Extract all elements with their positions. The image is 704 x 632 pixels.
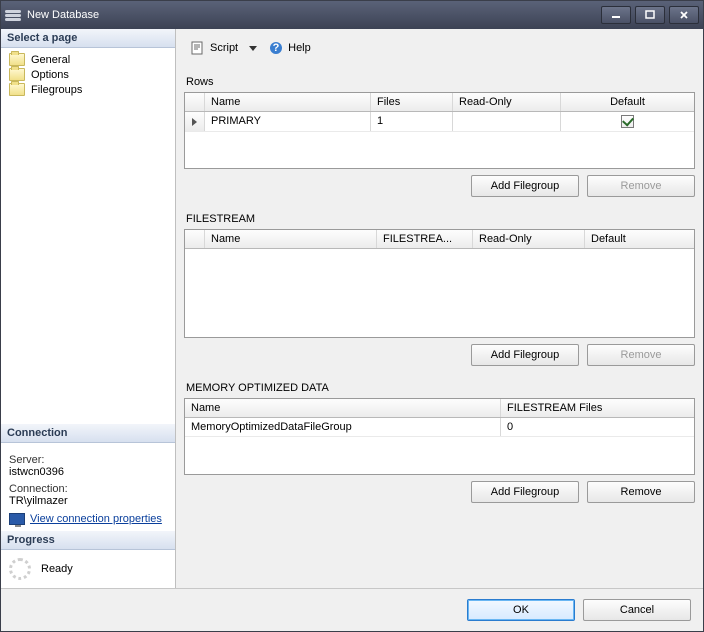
page-list: General Options Filegroups — [1, 48, 175, 101]
server-label: Server: — [9, 454, 167, 466]
memory-grid-header: Name FILESTREAM Files — [185, 399, 694, 418]
progress-panel: Ready — [1, 550, 175, 588]
memory-section-label: MEMORY OPTIMIZED DATA — [186, 382, 693, 394]
col-filestream-files[interactable]: FILESTREA... — [377, 230, 473, 248]
memory-add-filegroup-button[interactable]: Add Filegroup — [471, 481, 579, 503]
toolbar: Script ? Help — [184, 35, 695, 66]
filestream-add-filegroup-button[interactable]: Add Filegroup — [471, 344, 579, 366]
folder-icon — [9, 53, 25, 66]
table-row[interactable]: PRIMARY 1 — [185, 112, 694, 132]
minimize-button[interactable] — [601, 6, 631, 24]
cell-files[interactable]: 1 — [371, 112, 453, 131]
col-default[interactable]: Default — [585, 230, 694, 248]
connection-panel: Server: istwcn0396 Connection: TR\yilmaz… — [1, 443, 175, 531]
col-files[interactable]: Files — [371, 93, 453, 111]
help-button[interactable]: ? Help — [264, 38, 315, 58]
page-filegroups[interactable]: Filegroups — [9, 82, 171, 97]
view-connection-properties-link[interactable]: View connection properties — [30, 513, 162, 525]
progress-header: Progress — [1, 531, 175, 550]
rows-grid: Name Files Read-Only Default PRIMARY 1 — [184, 92, 695, 169]
memory-remove-button[interactable]: Remove — [587, 481, 695, 503]
connection-value: TR\yilmazer — [9, 495, 167, 507]
col-name[interactable]: Name — [185, 399, 501, 417]
memory-grid: Name FILESTREAM Files MemoryOptimizedDat… — [184, 398, 695, 475]
folder-icon — [9, 83, 25, 96]
page-label: Options — [31, 69, 69, 81]
filestream-section-label: FILESTREAM — [186, 213, 693, 225]
cell-name[interactable]: PRIMARY — [205, 112, 371, 131]
connection-header: Connection — [1, 424, 175, 443]
monitor-icon — [9, 513, 25, 525]
script-dropdown-caret[interactable] — [249, 46, 257, 51]
col-name[interactable]: Name — [205, 230, 377, 248]
sidebar: Select a page General Options Filegroups… — [1, 29, 176, 588]
progress-status: Ready — [41, 563, 73, 575]
filestream-remove-button[interactable]: Remove — [587, 344, 695, 366]
maximize-button[interactable] — [635, 6, 665, 24]
ok-button[interactable]: OK — [467, 599, 575, 621]
main-pane: Script ? Help Rows Name Files Read-Only … — [176, 29, 703, 588]
rows-add-filegroup-button[interactable]: Add Filegroup — [471, 175, 579, 197]
dialog-footer: OK Cancel — [1, 588, 703, 631]
close-button[interactable] — [669, 6, 699, 24]
help-icon: ? — [268, 40, 284, 56]
cell-readonly[interactable] — [453, 112, 561, 131]
cell-default[interactable] — [561, 112, 694, 131]
table-row[interactable]: MemoryOptimizedDataFileGroup 0 — [185, 418, 694, 437]
folder-icon — [9, 68, 25, 81]
help-label: Help — [288, 42, 311, 54]
rows-remove-button[interactable]: Remove — [587, 175, 695, 197]
script-label: Script — [210, 42, 238, 54]
rows-section-label: Rows — [186, 76, 693, 88]
cell-files[interactable]: 0 — [501, 418, 694, 436]
dialog-window: New Database Select a page General Optio… — [0, 0, 704, 632]
filestream-grid-header: Name FILESTREA... Read-Only Default — [185, 230, 694, 249]
cell-name[interactable]: MemoryOptimizedDataFileGroup — [185, 418, 501, 436]
row-indicator-icon — [185, 112, 205, 131]
script-icon — [190, 40, 206, 56]
server-value: istwcn0396 — [9, 466, 167, 478]
window-title: New Database — [27, 9, 597, 21]
page-options[interactable]: Options — [9, 67, 171, 82]
select-page-header: Select a page — [1, 29, 175, 48]
rows-grid-header: Name Files Read-Only Default — [185, 93, 694, 112]
col-name[interactable]: Name — [205, 93, 371, 111]
page-label: General — [31, 54, 70, 66]
col-readonly[interactable]: Read-Only — [453, 93, 561, 111]
col-readonly[interactable]: Read-Only — [473, 230, 585, 248]
page-label: Filegroups — [31, 84, 82, 96]
spinner-icon — [9, 558, 31, 580]
cancel-button[interactable]: Cancel — [583, 599, 691, 621]
default-checkbox[interactable] — [621, 115, 634, 128]
database-icon — [5, 7, 21, 23]
filestream-grid: Name FILESTREA... Read-Only Default — [184, 229, 695, 338]
client-area: Select a page General Options Filegroups… — [1, 29, 703, 588]
titlebar[interactable]: New Database — [1, 1, 703, 29]
connection-label: Connection: — [9, 483, 167, 495]
page-general[interactable]: General — [9, 52, 171, 67]
col-filestream-files[interactable]: FILESTREAM Files — [501, 399, 694, 417]
col-default[interactable]: Default — [561, 93, 694, 111]
script-button[interactable]: Script — [186, 38, 242, 58]
svg-text:?: ? — [273, 42, 280, 54]
